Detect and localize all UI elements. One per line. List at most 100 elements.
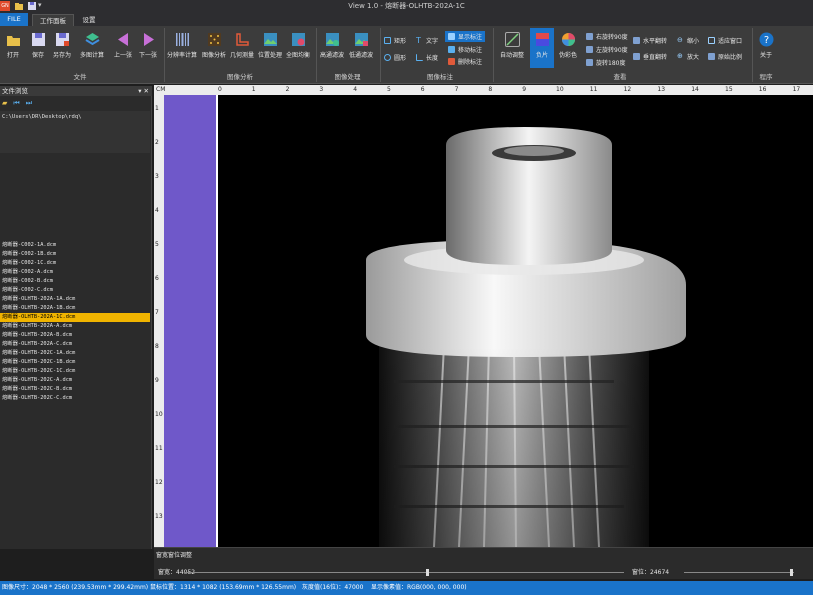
text-annotation-button[interactable]: T 文字 <box>416 36 438 46</box>
file-list-item[interactable]: 熔断器-OLHTB-202C-B.dcm <box>0 385 150 394</box>
rotate-left-button[interactable]: 左旋转90度 <box>586 45 628 54</box>
ruler-tick-label: 10 <box>155 411 163 418</box>
fit-window-icon <box>708 37 715 44</box>
prev-image-button[interactable]: 上一张 <box>112 32 134 59</box>
prev-icon <box>116 32 131 47</box>
file-list-item[interactable]: 熔断器-OLHTB-202A-B.dcm <box>0 331 150 340</box>
image-viewer[interactable] <box>154 85 813 547</box>
status-bar: 图像尺寸：2048 * 2560 (239.53mm * 299.42mm) 鼠… <box>0 581 813 595</box>
negative-icon <box>535 32 550 47</box>
rectangle-icon <box>384 37 391 44</box>
status-image-size: 图像尺寸：2048 * 2560 (239.53mm * 299.42mm) <box>2 584 149 591</box>
folder-open-icon <box>6 32 21 47</box>
circle-annotation-button[interactable]: 圆形 <box>384 53 406 62</box>
highpass-filter-button[interactable]: 高通滤波 <box>318 32 346 59</box>
flip-horizontal-button[interactable]: 水平翻转 <box>633 36 667 45</box>
show-annotation-icon <box>448 33 455 40</box>
window-level-panel: 窗宽窗位调整 窗宽：44052 窗位：24674 <box>154 547 813 579</box>
help-icon: ? <box>759 32 774 47</box>
file-list-item[interactable]: 熔断器-C002-C.dcm <box>0 286 150 295</box>
lowpass-filter-button[interactable]: 低通滤波 <box>347 32 375 59</box>
file-list-item[interactable]: 熔断器-C002-1B.dcm <box>0 250 150 259</box>
fit-window-button[interactable]: 适应窗口 <box>708 36 742 45</box>
image-icon <box>263 32 278 47</box>
image-analysis-button[interactable]: 图像分析 <box>200 32 228 59</box>
horizontal-ruler: CM 0 1 2 3 4 5 6 7 8 9 10 11 12 13 14 15 16 17 <box>154 85 813 95</box>
save-as-icon <box>55 32 70 47</box>
vertical-ruler: 1 2 3 4 5 6 7 8 9 10 11 12 13 <box>154 95 164 547</box>
group-label-annotation: 图像标注 <box>427 73 453 81</box>
auto-adjust-button[interactable]: 自动调整 <box>496 32 528 59</box>
text-icon: T <box>416 36 421 45</box>
file-list: 熔断器-C002-1A.dcm 熔断器-C002-1B.dcm 熔断器-C002-1… <box>0 241 150 403</box>
next-icon <box>141 32 156 47</box>
window-level-slider-thumb[interactable] <box>790 569 793 576</box>
ruler-unit: CM <box>156 86 166 93</box>
file-list-item[interactable]: 熔断器-OLHTB-202C-1A.dcm <box>0 349 150 358</box>
rotate-right-button[interactable]: 右旋转90度 <box>586 32 628 41</box>
file-list-item[interactable]: 熔断器-OLHTB-202A-C.dcm <box>0 340 150 349</box>
length-annotation-button[interactable]: 长度 <box>416 53 438 62</box>
file-list-item[interactable]: 熔断器-C002-B.dcm <box>0 277 150 286</box>
file-list-item[interactable]: 熔断器-OLHTB-202C-C.dcm <box>0 394 150 403</box>
file-list-item[interactable]: 熔断器-OLHTB-202A-1A.dcm <box>0 295 150 304</box>
length-icon <box>416 54 423 61</box>
file-list-item[interactable]: 熔断器-OLHTB-202A-1C.dcm <box>0 313 150 322</box>
file-list-item[interactable]: 熔断器-OLHTB-202A-1B.dcm <box>0 304 150 313</box>
rect-annotation-button[interactable]: 矩形 <box>384 36 406 45</box>
resolution-calc-button[interactable]: 分辨率计算 <box>166 32 198 59</box>
browse-folder-icon[interactable]: ▰ <box>2 99 7 108</box>
next-image-button[interactable]: 下一张 <box>137 32 159 59</box>
about-button[interactable]: ? 关于 <box>755 32 777 59</box>
ruler-tick-label: 7 <box>155 309 159 316</box>
layers-icon <box>84 32 100 47</box>
file-list-item[interactable]: 熔断器-C002-1C.dcm <box>0 259 150 268</box>
flip-vertical-icon <box>633 53 640 60</box>
file-list-item[interactable]: 熔断器-OLHTB-202C-1B.dcm <box>0 358 150 367</box>
zoom-in-button[interactable]: ⊕ 放大 <box>677 52 699 62</box>
open-button[interactable]: 打开 <box>3 32 23 59</box>
tab-file[interactable]: FILE <box>0 13 28 26</box>
tab-settings[interactable]: 设置 <box>78 14 100 26</box>
file-list-item[interactable]: 熔断器-OLHTB-202C-1C.dcm <box>0 367 150 376</box>
first-file-icon[interactable]: ⏮ <box>13 99 19 108</box>
ruler-tick-label: 4 <box>353 86 358 93</box>
file-list-item[interactable]: 熔断器-C002-A.dcm <box>0 268 150 277</box>
lowpass-icon <box>354 32 369 47</box>
tab-workpanel[interactable]: 工作面板 <box>32 14 74 26</box>
ruler-tick-label: 14 <box>691 86 699 93</box>
file-list-item[interactable]: 熔断器-C002-1A.dcm <box>0 241 150 250</box>
grid-icon <box>207 32 222 47</box>
equalize-button[interactable]: 全图均衡 <box>284 32 312 59</box>
title-bar: GN ▾ View 1.0 - 熔断器-OLHTB-202A-1C <box>0 0 813 12</box>
pseudo-color-button[interactable]: 伪彩色 <box>556 32 580 59</box>
save-as-button[interactable]: 另存为 <box>51 32 73 59</box>
folder-path: C:\Users\DR\Desktop\rdq\ <box>0 111 150 153</box>
window-level-slider[interactable] <box>684 569 794 576</box>
last-file-icon[interactable]: ⏭ <box>26 99 32 108</box>
window-width-slider[interactable] <box>184 569 624 576</box>
color-wheel-icon <box>561 32 576 47</box>
geometry-measure-button[interactable]: 几何测量 <box>228 32 256 59</box>
move-annotation-button[interactable]: 移动标注 <box>448 45 482 54</box>
status-display-value: 显示像素值：RGB(000, 000, 000) <box>371 584 467 591</box>
rotate-180-button[interactable]: 旋转180度 <box>586 58 625 67</box>
multi-calc-button[interactable]: 多图计算 <box>78 32 106 59</box>
file-list-item[interactable]: 熔断器-OLHTB-202A-A.dcm <box>0 322 150 331</box>
delete-annotation-button[interactable]: 删除标注 <box>448 57 482 66</box>
position-process-button[interactable]: 位置处理 <box>256 32 284 59</box>
negative-toggle[interactable]: 负片 <box>530 28 554 68</box>
ruler-tick-label: 13 <box>155 513 163 520</box>
file-list-item[interactable]: 熔断器-OLHTB-202C-A.dcm <box>0 376 150 385</box>
ruler-tick-label: 0 <box>218 86 222 93</box>
file-browser-toolbar: ▰ ⏮ ⏭ <box>2 99 32 108</box>
group-label-processing: 图像处理 <box>334 73 361 81</box>
zoom-out-button[interactable]: ⊖ 缩小 <box>677 36 699 46</box>
flip-vertical-button[interactable]: 垂直翻转 <box>633 52 667 61</box>
show-annotation-toggle[interactable]: 显示标注 <box>445 31 486 42</box>
save-button[interactable]: 保存 <box>28 32 48 59</box>
original-scale-button[interactable]: 原始比例 <box>708 52 742 61</box>
window-width-slider-thumb[interactable] <box>426 569 429 576</box>
ribbon-tab-bar: FILE 工作面板 设置 <box>0 12 813 26</box>
panel-pin-close-icons[interactable]: ▾ ✕ <box>138 86 149 96</box>
